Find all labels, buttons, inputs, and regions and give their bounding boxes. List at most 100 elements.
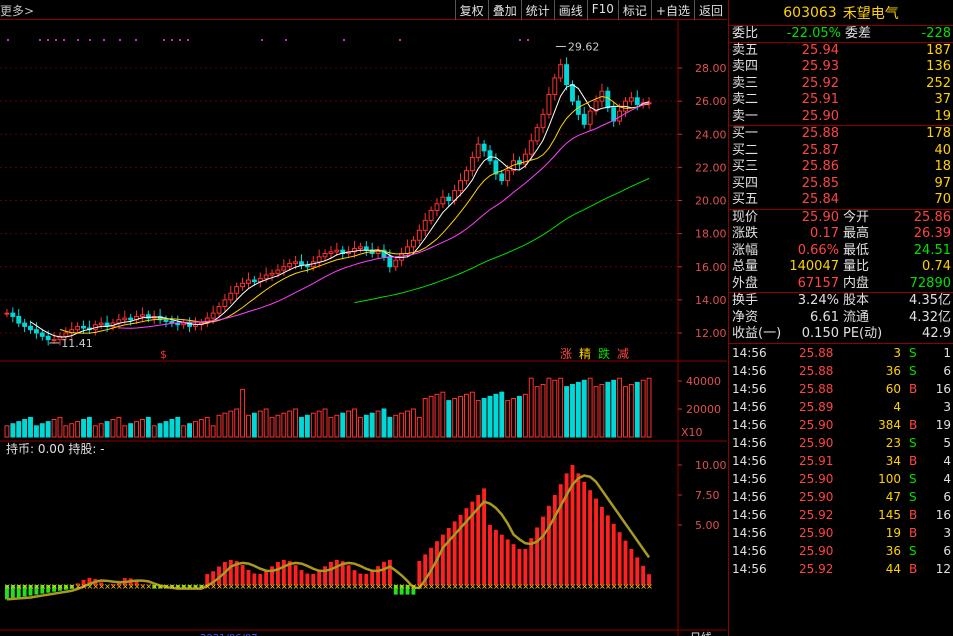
toolbar-button[interactable]: 标记 — [617, 0, 651, 20]
volume-bar — [634, 381, 640, 438]
indicator-bar — [517, 549, 522, 585]
candle-body — [428, 209, 434, 221]
fund-label: PE(动) — [843, 326, 883, 341]
level-volume: 18 — [934, 159, 951, 174]
tick-row: 14:56 25.90 19 B 3 — [729, 524, 953, 542]
kline-svg[interactable]: 28.00 26.00 24.00 22.00 20.00 18.00 16.00 14.00… — [0, 20, 727, 636]
volume-bar — [63, 425, 69, 438]
ask-row[interactable]: 卖四 25.93 136 — [729, 59, 953, 76]
volume-bar — [623, 386, 628, 438]
ask-row[interactable]: 卖五 25.94 187 — [729, 43, 953, 60]
volume-bar — [546, 377, 552, 438]
candle-body — [422, 219, 428, 231]
signal-tag: 精 — [579, 347, 591, 361]
bid-row[interactable]: 买四 25.85 97 — [729, 176, 953, 193]
level-volume: 70 — [934, 192, 951, 207]
toolbar-button[interactable]: 复权 — [454, 0, 488, 20]
ask-row[interactable]: 卖三 25.92 252 — [729, 76, 953, 93]
volume-bar — [381, 408, 387, 438]
candle-body — [39, 332, 45, 337]
quote-value: 0.17 — [810, 226, 839, 241]
tick-row: 14:56 25.91 34 B 4 — [729, 452, 953, 470]
tick-volume: 19 — [885, 525, 901, 540]
bid-row[interactable]: 买二 25.87 40 — [729, 143, 953, 160]
tick-price: 25.90 — [799, 471, 834, 486]
volume-bar — [210, 425, 216, 438]
tick-count: 4 — [943, 453, 951, 468]
indicator-tick-label: 5.00 — [695, 519, 720, 532]
toolbar-button[interactable]: 统计 — [520, 0, 554, 20]
level-volume: 252 — [926, 75, 951, 91]
candle-body — [63, 332, 69, 337]
candle-body — [334, 249, 340, 253]
tick-price: 25.91 — [799, 453, 834, 468]
volume-bar — [222, 412, 228, 438]
tick-time: 14:56 — [732, 489, 767, 504]
tick-side: B — [909, 453, 918, 468]
indicator-bar — [446, 528, 451, 585]
candle-body — [405, 246, 410, 254]
moving-average-line — [118, 102, 650, 329]
volume-bar — [564, 386, 570, 438]
bid-row[interactable]: 买一 25.88 178 — [729, 126, 953, 143]
ask-row[interactable]: 卖一 25.90 19 — [729, 109, 953, 126]
signal-dot — [7, 39, 9, 41]
tick-count: 3 — [943, 525, 951, 540]
quote-row: 外盘 67157 内盘 72890 — [729, 276, 953, 293]
more-menu[interactable]: 更多> — [0, 2, 34, 19]
bid-row[interactable]: 买三 25.86 18 — [729, 159, 953, 176]
volume-bar — [611, 379, 617, 438]
volume-bar — [375, 410, 381, 438]
candle-body — [399, 253, 405, 261]
fundamental-grid: 换手 3.24% 股本 4.35亿 净资 6.61 流通 4.32亿 收益(一) 0.150 PE(… — [729, 293, 953, 344]
tick-count: 5 — [943, 435, 951, 450]
toolbar-button[interactable]: 叠加 — [487, 0, 521, 20]
volume-bar — [393, 414, 399, 438]
level-label: 买二 — [732, 142, 759, 158]
quote-panel: 603063 禾望电气 委比 -22.05% 委差 -228 卖五 25.94 18… — [728, 0, 953, 636]
quote-label: 内盘 — [843, 275, 870, 291]
toolbar-button[interactable]: 返回 — [693, 0, 727, 20]
toolbar-button[interactable]: +自选 — [650, 0, 694, 20]
candle-body — [75, 325, 81, 331]
ask-list: 卖五 25.94 187 卖四 25.93 136 卖三 25.92 252 卖二 25.91 37 卖… — [729, 43, 953, 126]
volume-bar — [4, 425, 10, 438]
toolbar-button[interactable]: 画线 — [553, 0, 587, 20]
level-price: 25.92 — [801, 75, 839, 91]
volume-bar — [434, 393, 440, 438]
kline-chart[interactable]: 28.00 26.00 24.00 22.00 20.00 18.00 16.00 14.00… — [0, 20, 727, 636]
volume-bar — [234, 408, 240, 438]
candle-body — [269, 272, 275, 276]
tick-price: 25.90 — [799, 525, 834, 540]
volume-bar — [69, 423, 75, 438]
quote-value: 25.90 — [801, 209, 839, 225]
volume-bar — [193, 421, 198, 438]
candle-body — [228, 292, 234, 301]
moving-average-line — [354, 177, 650, 304]
volume-bar — [116, 416, 122, 438]
indicator-bar — [523, 549, 528, 585]
level-price: 25.87 — [801, 142, 839, 158]
tick-row: 14:56 25.92 145 B 16 — [729, 506, 953, 524]
bid-row[interactable]: 买五 25.84 70 — [729, 192, 953, 209]
indicator-bar — [588, 490, 593, 585]
quote-row: 涨跌 0.17 最高 26.39 — [729, 226, 953, 243]
toolbar-button[interactable]: F10 — [586, 0, 618, 20]
volume-bar — [458, 395, 463, 438]
tick-volume: 47 — [885, 489, 901, 504]
level-price: 25.94 — [801, 42, 839, 58]
volume-bar — [487, 395, 493, 438]
tick-volume: 100 — [878, 471, 901, 486]
candle-body — [469, 156, 475, 172]
signal-dot — [163, 39, 165, 41]
tick-row: 14:56 25.90 36 S 6 — [729, 542, 953, 560]
tick-side: S — [909, 543, 917, 558]
volume-bar — [175, 416, 181, 438]
candle-body — [299, 261, 304, 266]
tick-side: S — [909, 345, 917, 360]
price-tick-label: 18.00 — [695, 228, 727, 241]
weibi-label: 委比 — [732, 26, 759, 41]
quote-value: 26.39 — [913, 226, 951, 241]
stock-code: 603063 — [783, 4, 837, 21]
ask-row[interactable]: 卖二 25.91 37 — [729, 92, 953, 109]
